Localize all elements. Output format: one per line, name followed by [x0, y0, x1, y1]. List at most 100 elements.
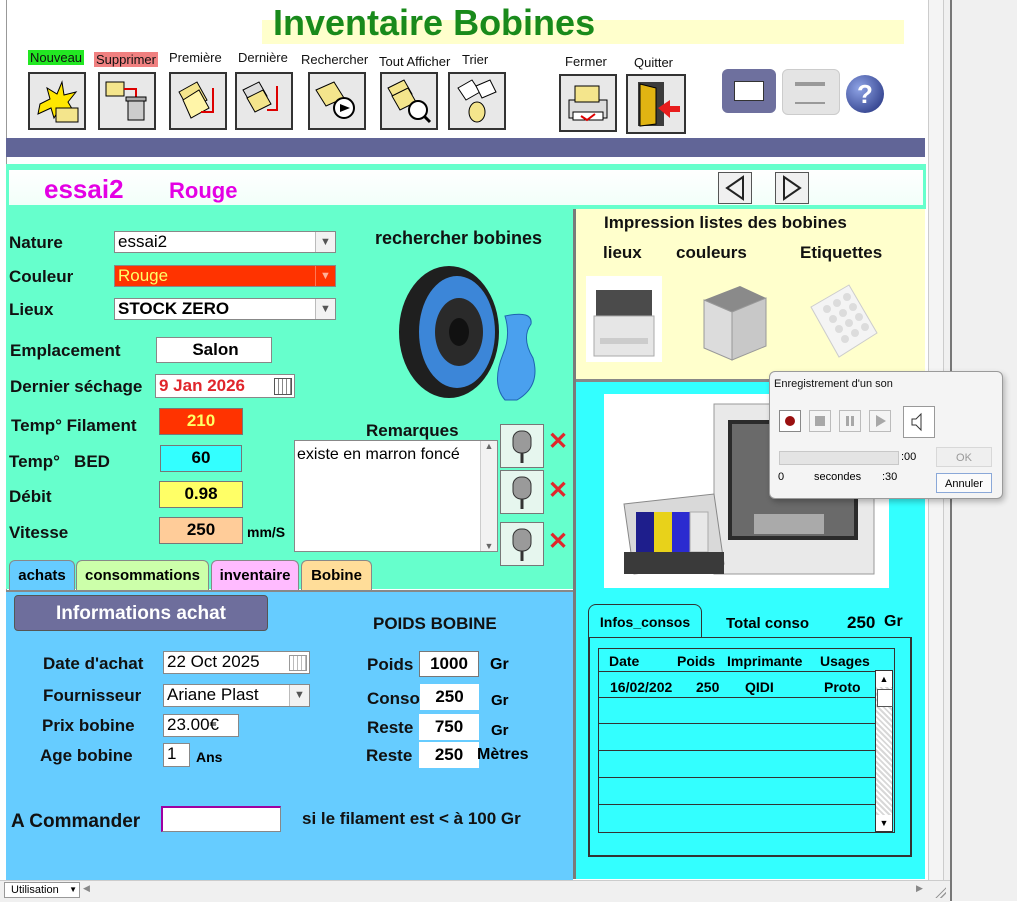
chevron-down-icon[interactable]: ▼ — [69, 883, 77, 897]
chevron-down-icon[interactable]: ▼ — [289, 685, 309, 706]
conso-field[interactable]: 250 — [420, 684, 479, 710]
new-record-icon — [37, 80, 79, 123]
form-view-button[interactable] — [722, 69, 776, 113]
table-row[interactable] — [599, 697, 875, 724]
couleur-label: Couleur — [9, 267, 74, 286]
microphone-button-2[interactable] — [500, 470, 544, 514]
remarques-text: existe en marron foncé — [297, 446, 460, 463]
reste-metres-label: Reste — [366, 746, 413, 765]
nature-combo[interactable]: essai2 ▼ — [114, 231, 336, 253]
premiere-button[interactable] — [169, 72, 227, 130]
print-etiquettes-button[interactable] — [805, 279, 881, 363]
vitesse-field[interactable]: 250 — [159, 517, 243, 544]
a-commander-field[interactable] — [161, 806, 281, 832]
table-row[interactable]: 16/02/202 250 QIDI Proto — [599, 671, 875, 698]
print-lieux-button[interactable] — [586, 276, 662, 362]
chevron-down-icon[interactable]: ▼ — [315, 232, 335, 252]
reste-metres-field[interactable]: 250 — [419, 742, 479, 768]
rechercher-bobines-label: rechercher bobines — [375, 228, 543, 248]
record-button[interactable] — [779, 410, 801, 432]
remarques-scrollbar[interactable]: ▲ ▼ — [480, 441, 497, 551]
derniere-button[interactable] — [235, 72, 293, 130]
age-bobine-field[interactable]: 1 — [163, 743, 190, 767]
impression-couleurs-label: couleurs — [676, 243, 747, 262]
reste-field[interactable]: 750 — [419, 714, 479, 740]
tab-inventaire[interactable]: inventaire — [211, 560, 299, 590]
table-row[interactable] — [599, 777, 875, 804]
stop-button[interactable] — [809, 410, 831, 432]
temp-filament-field[interactable]: 210 — [159, 408, 243, 435]
trier-button[interactable] — [448, 72, 506, 130]
tout-afficher-button[interactable] — [380, 72, 438, 130]
table-row[interactable] — [599, 804, 875, 831]
table-row[interactable] — [599, 723, 875, 750]
remarques-textarea[interactable]: existe en marron foncé ▲ ▼ — [294, 440, 498, 552]
temp-bed-field[interactable]: 60 — [160, 445, 242, 472]
prix-bobine-field[interactable]: 23.00€ — [163, 714, 239, 737]
microphone-button-1[interactable] — [500, 424, 544, 468]
resize-grip-icon[interactable] — [934, 886, 946, 898]
total-conso-unit: Gr — [884, 613, 903, 630]
col-imprimante: Imprimante — [727, 653, 803, 669]
tout-afficher-label: Tout Afficher — [379, 54, 451, 69]
rechercher-label: Rechercher — [301, 52, 369, 67]
rechercher-button[interactable] — [308, 72, 366, 130]
emplacement-field[interactable]: Salon — [156, 337, 272, 363]
poids-bobine-title: POIDS BOBINE — [373, 614, 497, 633]
microphone-icon — [512, 476, 532, 509]
first-record-icon — [178, 81, 214, 119]
delete-sound-icon[interactable]: ✕ — [548, 430, 568, 454]
date-achat-field[interactable]: 22 Oct 2025 — [163, 651, 310, 674]
horizontal-scrollbar[interactable] — [95, 886, 915, 892]
scroll-thumb[interactable] — [877, 689, 893, 707]
tab-bobine[interactable]: Bobine — [301, 560, 372, 590]
volume-button[interactable] — [903, 406, 935, 438]
consos-scrollbar[interactable]: ▲ ▼ — [875, 670, 893, 832]
debit-field[interactable]: 0.98 — [159, 481, 243, 508]
quitter-button[interactable] — [626, 74, 686, 134]
help-button[interactable]: ? — [846, 75, 884, 113]
previous-record-button[interactable] — [718, 172, 752, 204]
microphone-button-3[interactable] — [500, 522, 544, 566]
lieux-combo[interactable]: STOCK ZERO ▼ — [114, 298, 336, 320]
play-button[interactable] — [869, 410, 891, 432]
record-couleur: Rouge — [169, 178, 238, 203]
tab-achats[interactable]: achats — [9, 560, 75, 590]
pause-button[interactable] — [839, 410, 861, 432]
calendar-icon[interactable] — [289, 655, 307, 671]
chevron-down-icon[interactable]: ▼ — [315, 299, 335, 319]
sort-icon — [457, 79, 497, 123]
poids-field[interactable]: 1000 — [419, 651, 479, 677]
scroll-up-icon[interactable]: ▲ — [876, 671, 892, 687]
prix-bobine-value: 23.00€ — [167, 715, 219, 734]
fournisseur-label: Fournisseur — [43, 686, 142, 705]
fournisseur-combo[interactable]: Ariane Plast ▼ — [163, 684, 310, 707]
ok-button[interactable]: OK — [936, 447, 992, 467]
couleur-value: Rouge — [118, 266, 169, 285]
dernier-sechage-field[interactable]: 9 Jan 2026 — [155, 374, 295, 398]
tab-infos-consos[interactable]: Infos_consos — [588, 604, 702, 638]
help-icon: ? — [857, 79, 873, 109]
table-row[interactable] — [599, 750, 875, 777]
trier-label: Trier — [462, 52, 489, 67]
scroll-left-icon[interactable]: ◀ — [83, 883, 90, 894]
tab-consommations[interactable]: consommations — [76, 560, 209, 590]
next-record-button[interactable] — [775, 172, 809, 204]
couleur-combo[interactable]: Rouge ▼ — [114, 265, 336, 287]
list-view-button[interactable] — [782, 69, 840, 115]
scroll-right-icon[interactable]: ▶ — [916, 883, 923, 894]
temp-filament-label: Temp° Filament — [11, 416, 137, 435]
fermer-label: Fermer — [565, 54, 607, 69]
supprimer-button[interactable] — [98, 72, 156, 130]
nouveau-button[interactable] — [28, 72, 86, 130]
annuler-button[interactable]: Annuler — [936, 473, 992, 493]
print-couleurs-button[interactable] — [696, 278, 770, 364]
chevron-down-icon[interactable]: ▼ — [315, 266, 335, 286]
view-mode-combo[interactable]: Utilisation ▼ — [4, 882, 80, 898]
fermer-button[interactable] — [559, 74, 617, 132]
record-icon — [785, 416, 795, 426]
scroll-down-icon[interactable]: ▼ — [876, 815, 892, 831]
delete-sound-icon[interactable]: ✕ — [548, 479, 568, 503]
calendar-icon[interactable] — [274, 378, 292, 395]
delete-sound-icon[interactable]: ✕ — [548, 530, 568, 554]
